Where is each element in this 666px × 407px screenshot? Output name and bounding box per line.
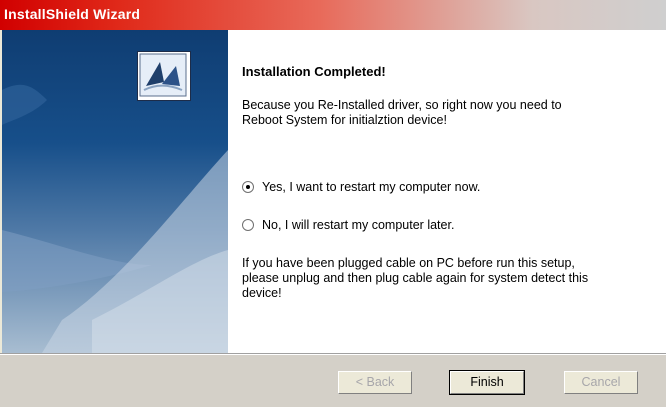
cable-instructions: If you have been plugged cable on PC bef… <box>242 256 589 300</box>
restart-now-option[interactable]: Yes, I want to restart my computer now. <box>242 178 480 196</box>
installshield-wizard-window: InstallShield Wizard Installation Comple… <box>0 0 666 407</box>
title-bar[interactable]: InstallShield Wizard <box>0 0 666 30</box>
restart-now-label[interactable]: Yes, I want to restart my computer now. <box>262 180 480 194</box>
installshield-wizard-icon <box>137 51 191 101</box>
restart-later-label[interactable]: No, I will restart my computer later. <box>262 218 454 232</box>
radio-restart-later[interactable] <box>242 219 254 231</box>
window-title: InstallShield Wizard <box>4 6 141 22</box>
restart-later-option[interactable]: No, I will restart my computer later. <box>242 216 454 234</box>
completion-heading: Installation Completed! <box>242 64 386 79</box>
button-bar: < Back Finish Cancel <box>0 355 666 407</box>
cancel-button[interactable]: Cancel <box>564 371 638 394</box>
wizard-side-panel <box>2 30 228 353</box>
wizard-content-panel: Installation Completed! Because you Re-I… <box>228 30 666 353</box>
radio-restart-now[interactable] <box>242 181 254 193</box>
back-button[interactable]: < Back <box>338 371 412 394</box>
decorative-sail-art <box>2 84 228 353</box>
reinstall-message: Because you Re-Installed driver, so righ… <box>242 98 562 127</box>
finish-button[interactable]: Finish <box>449 370 525 395</box>
